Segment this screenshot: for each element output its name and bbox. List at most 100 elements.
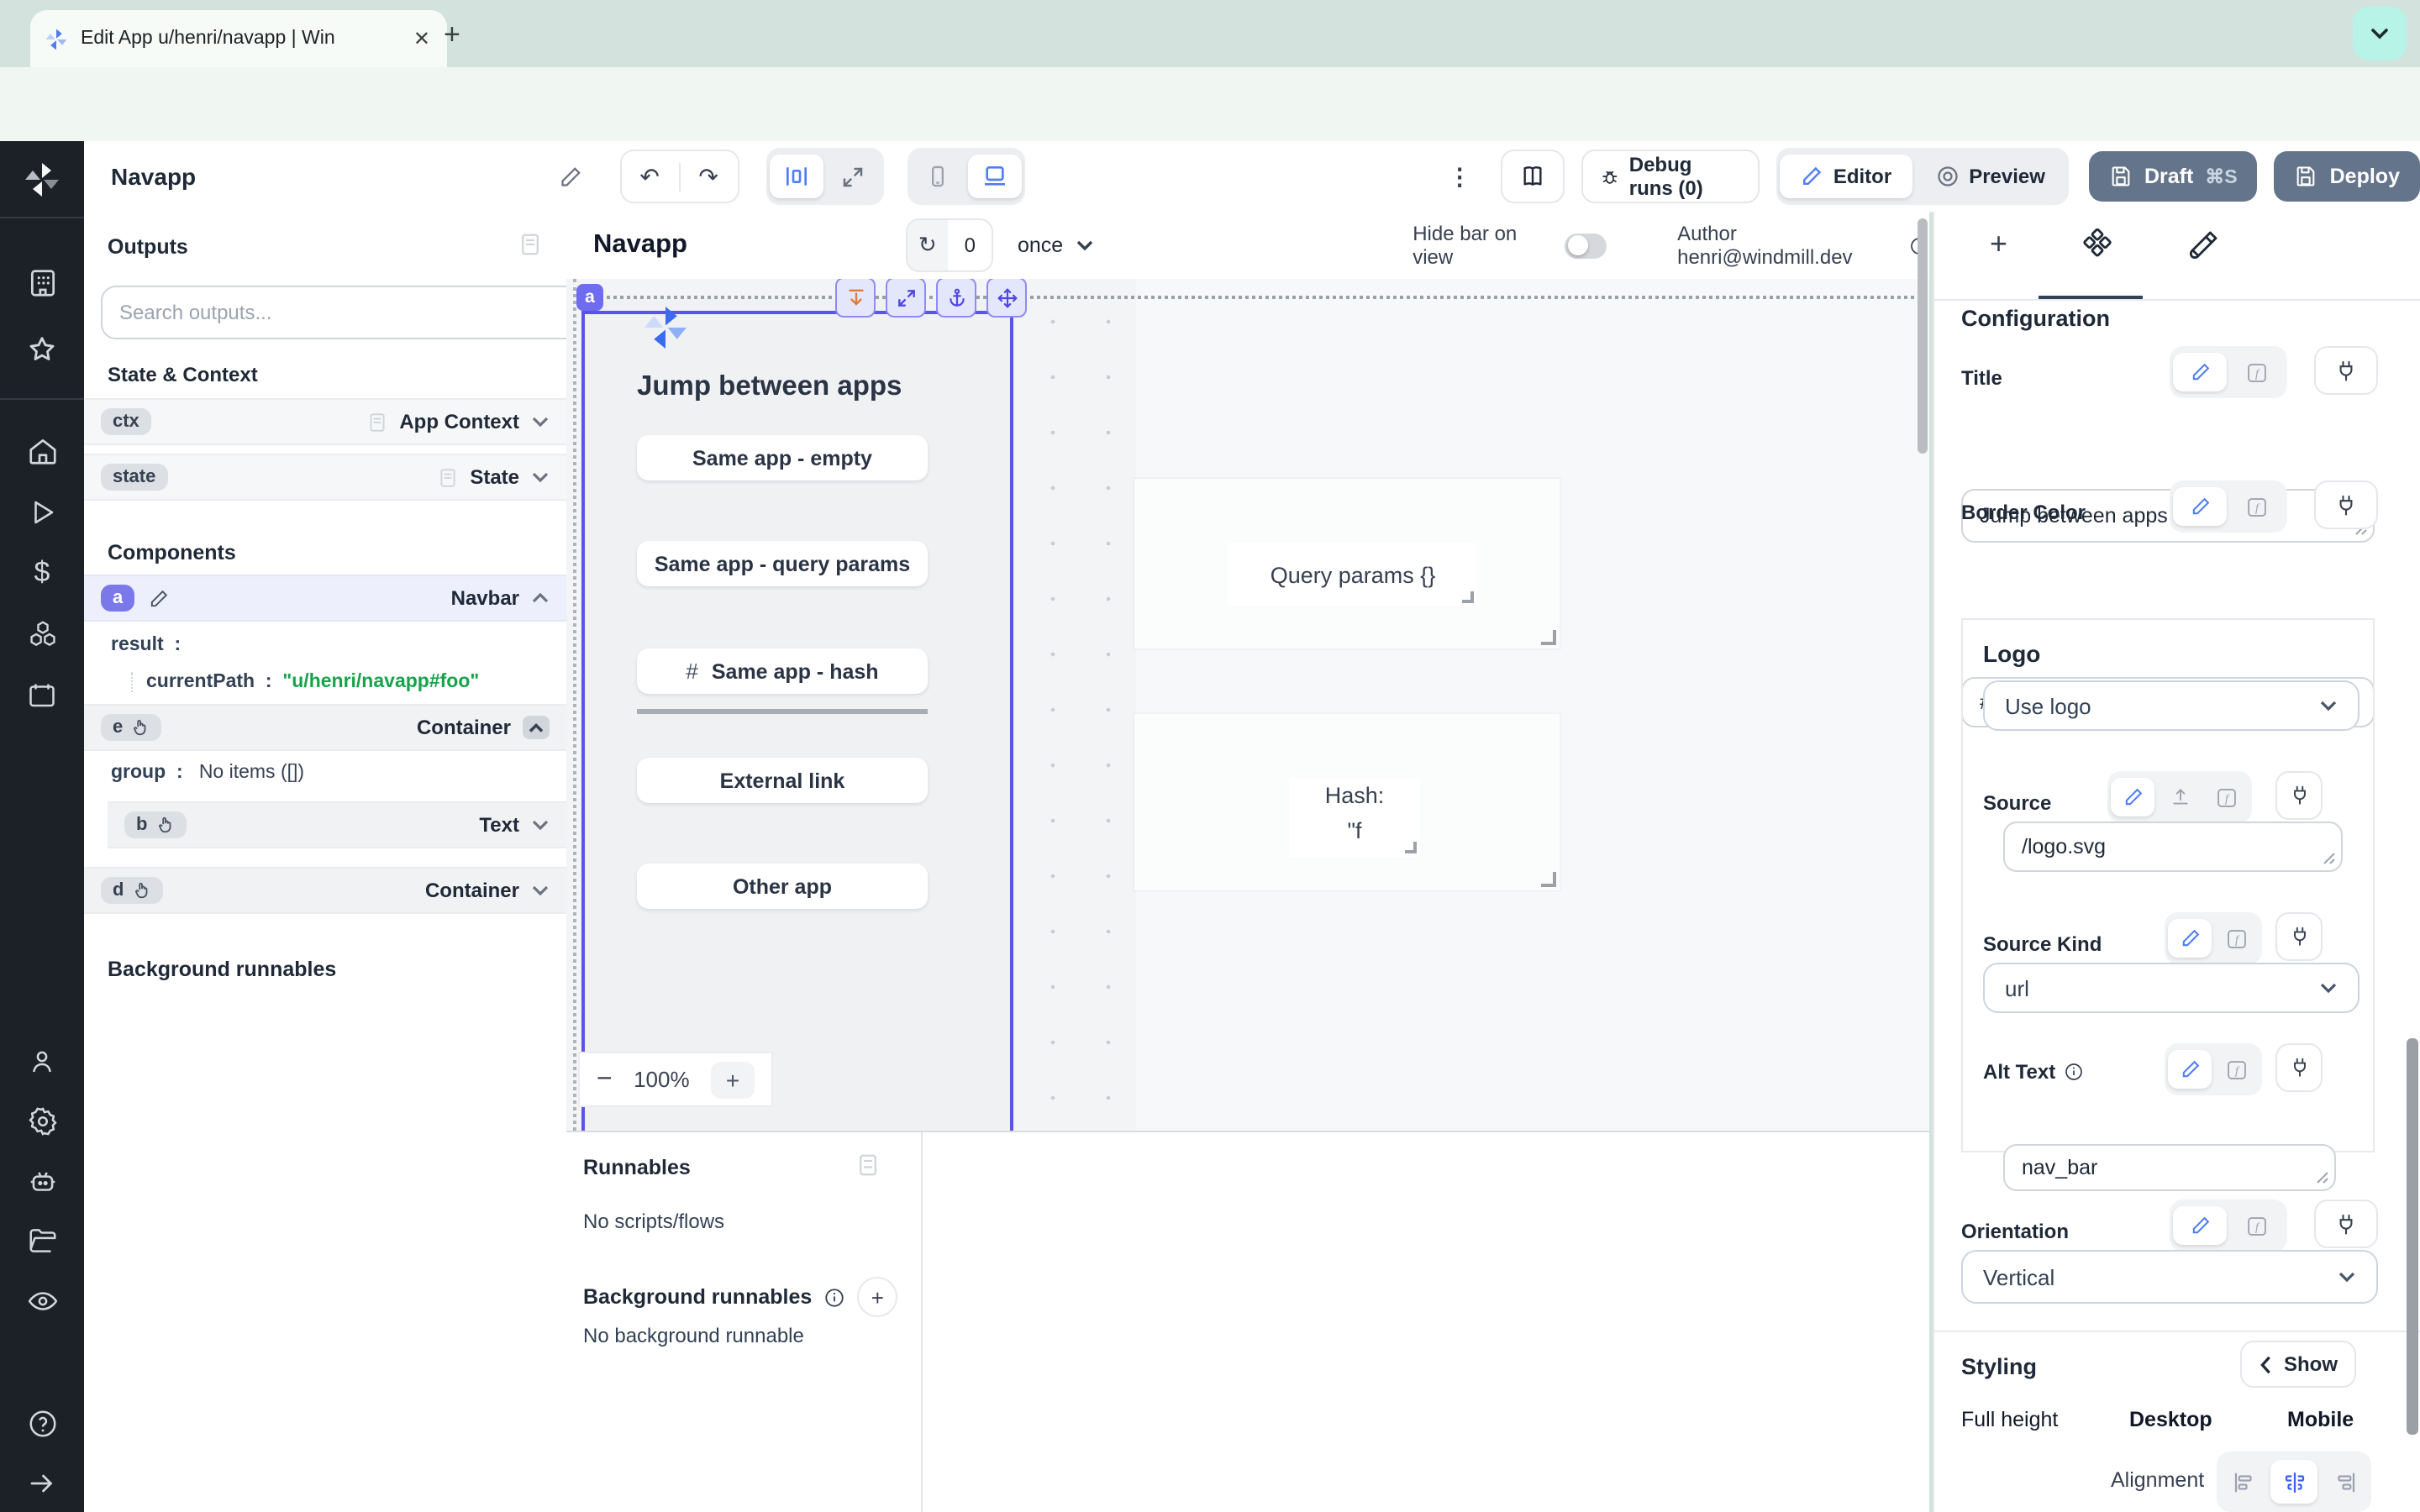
browser-tab[interactable]: Edit App u/henri/navapp | Win ✕ [30,10,447,67]
resources-icon[interactable] [0,606,84,663]
nav-button-same-app-query[interactable]: Same app - query params [637,541,928,586]
zoom-in-button[interactable]: + [711,1061,755,1098]
source-input[interactable]: /logo.svg [2003,822,2343,872]
help-icon[interactable] [0,1396,84,1452]
home-icon[interactable] [0,423,84,479]
eval-mode-button[interactable]: f [2230,1206,2284,1245]
border-color-connect-button[interactable] [2314,480,2378,529]
redo-button[interactable]: ↷ [680,162,737,191]
eval-mode-button[interactable]: f [2215,1050,2259,1089]
favorites-icon[interactable] [0,321,84,377]
resize-handle[interactable] [1462,591,1474,603]
fullwidth-layout-button[interactable] [826,155,880,198]
hash-text-box[interactable]: Hash: "f [1289,778,1420,857]
align-center-button[interactable] [2270,1460,2317,1504]
selected-component-chip[interactable]: a [576,284,603,311]
users-icon[interactable] [0,1033,84,1089]
editor-tab[interactable]: Editor [1780,155,1912,198]
current-path-row[interactable]: currentPath : "u/henri/navapp#foo" [131,672,479,692]
static-mode-button[interactable] [2168,919,2212,958]
refresh-mode-select[interactable]: once [1018,234,1093,257]
orientation-select[interactable]: Vertical [1961,1250,2378,1304]
chevron-down-icon[interactable] [531,470,550,484]
panel-collapse-icon[interactable] [855,1152,881,1178]
chevron-up-icon[interactable] [531,591,550,605]
expand-component-button[interactable] [886,279,926,318]
hash-card[interactable]: Hash: "f [1134,714,1560,890]
static-mode-button[interactable] [2168,1050,2212,1089]
chevron-down-icon[interactable] [531,415,550,428]
upload-mode-button[interactable] [2158,778,2202,816]
group-key-row[interactable]: group : No items ([]) [111,763,304,783]
chevron-down-icon[interactable] [531,884,550,897]
orientation-connect-button[interactable] [2314,1200,2378,1248]
static-mode-button[interactable] [2173,353,2227,391]
eval-mode-button[interactable]: f [2215,919,2259,958]
align-right-button[interactable] [2321,1460,2368,1504]
settings-tab-icon[interactable] [2080,228,2113,262]
desktop-view-button[interactable] [967,155,1021,198]
folders-icon[interactable] [0,1213,84,1269]
resize-handle[interactable] [2316,1171,2329,1184]
query-params-text-box[interactable]: Query params {} [1228,543,1477,606]
nav-button-other-app[interactable]: Other app [637,864,928,909]
static-mode-button[interactable] [2111,778,2154,816]
preview-tab[interactable]: Preview [1915,155,2065,198]
audit-eye-icon[interactable] [0,1273,84,1329]
settings-scrollbar[interactable] [2407,1038,2418,1435]
workspace-icon[interactable] [0,255,84,311]
align-left-button[interactable] [2220,1460,2267,1504]
styling-show-button[interactable]: Show [2240,1341,2356,1388]
collapse-button[interactable] [523,716,550,739]
rename-app-icon[interactable] [557,164,582,189]
search-outputs-input[interactable]: Search outputs... [101,286,588,339]
chevron-down-icon[interactable] [531,818,550,832]
logo-select[interactable]: Use logo [1983,680,2360,731]
resize-handle[interactable] [1541,872,1556,887]
mobile-view-button[interactable] [910,155,964,198]
edit-id-icon[interactable] [148,587,170,609]
title-connect-button[interactable] [2314,346,2378,395]
collapse-arrow-icon[interactable] [0,1456,84,1512]
add-background-runnable-button[interactable]: + [857,1277,897,1317]
runs-icon[interactable] [0,484,84,540]
move-component-button[interactable] [986,279,1027,318]
result-key-row[interactable]: result : [111,635,181,655]
nav-button-same-app-hash[interactable]: # Same app - hash [637,648,928,694]
refresh-counter[interactable]: ↻ 0 [906,218,994,272]
nav-button-same-app-empty[interactable]: Same app - empty [637,435,928,480]
workers-icon[interactable] [0,1153,84,1210]
draft-button[interactable]: Draft ⌘S [2089,151,2258,202]
window-chevron-button[interactable] [2353,7,2407,60]
alt-text-input[interactable]: nav_bar [2003,1144,2336,1191]
component-row-text-b[interactable]: b Text [108,801,566,848]
debug-runs-button[interactable]: Debug runs (0) [1581,150,1760,203]
zoom-out-button[interactable]: − [597,1064,613,1095]
eval-mode-button[interactable]: f [2205,778,2249,816]
component-row-container-d[interactable]: d Container [84,867,566,914]
eval-mode-button[interactable]: f [2230,487,2284,526]
ctx-row[interactable]: ctx App Context [84,398,566,445]
eval-mode-button[interactable]: f [2230,353,2284,391]
variables-icon[interactable]: $ [0,545,84,601]
tab-close-icon[interactable]: ✕ [410,27,434,50]
settings-gear-icon[interactable] [0,1094,84,1150]
state-row[interactable]: state State [84,454,566,501]
panel-collapse-icon[interactable] [518,232,543,257]
more-options-icon[interactable]: ⋮ [1448,162,1473,191]
source-connect-button[interactable] [2275,771,2323,820]
static-mode-button[interactable] [2173,487,2227,526]
new-tab-button[interactable]: + [444,20,460,49]
navbar-component-region[interactable] [581,299,1010,1131]
schedules-icon[interactable] [0,668,84,724]
component-row-navbar[interactable]: a Navbar [84,575,566,622]
resize-handle[interactable] [2323,852,2336,865]
query-params-card[interactable]: Query params {} [1134,479,1560,648]
hide-bar-toggle[interactable] [1565,233,1607,258]
nav-button-external-link[interactable]: External link [637,758,928,803]
alt-text-connect-button[interactable] [2275,1043,2323,1092]
centered-layout-button[interactable] [769,155,823,198]
undo-button[interactable]: ↶ [621,162,680,191]
app-canvas[interactable]: a Jump between apps Same app - empty Sam… [566,279,1929,1132]
expand-down-button[interactable] [835,279,876,318]
